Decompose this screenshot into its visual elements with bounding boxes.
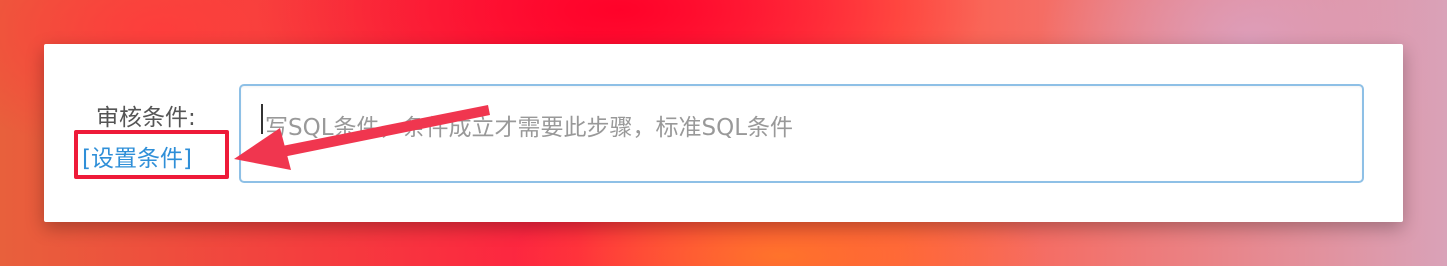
- sql-condition-input[interactable]: 写SQL条件，条件成立才需要此步骤，标准SQL条件: [239, 84, 1364, 183]
- text-caret: [261, 104, 263, 134]
- audit-condition-label: 审核条件:: [96, 105, 196, 131]
- set-condition-link[interactable]: [设置条件]: [82, 139, 192, 173]
